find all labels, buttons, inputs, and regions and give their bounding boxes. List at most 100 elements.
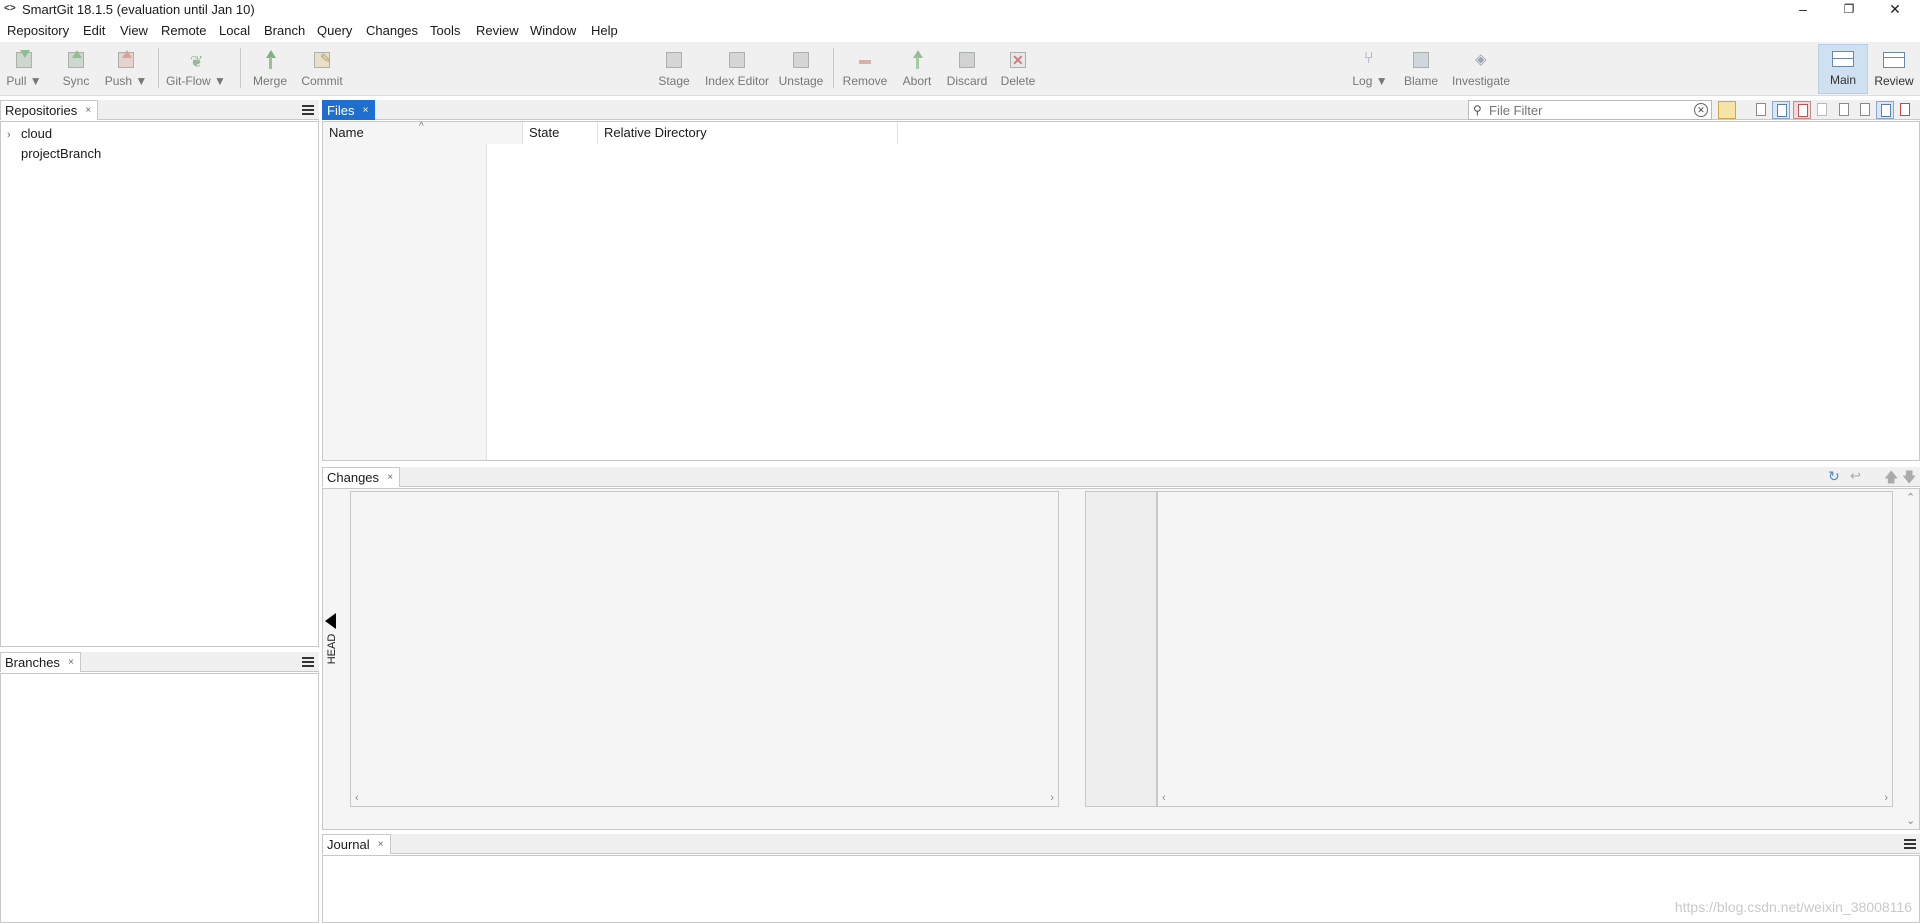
refresh-icon[interactable]: ↻ [1828, 468, 1840, 485]
menu-repository[interactable]: Repository [7, 23, 69, 38]
main-toolbar: Pull ▼ Sync Push ▼ ❦ Git-Flow ▼ Merge ✎ … [0, 42, 1920, 96]
toolbar-separator [833, 48, 834, 88]
tab-changes[interactable]: Changes × [322, 467, 401, 487]
diff-right-pane[interactable]: ‹ › [1157, 491, 1893, 807]
head-marker: HEAD [324, 613, 338, 669]
close-tab-icon[interactable]: × [85, 101, 91, 120]
main-layout-icon [1831, 49, 1855, 69]
merge-icon [258, 50, 282, 70]
file-filter-field[interactable]: ⚲ ✕ [1468, 100, 1712, 120]
menu-remote[interactable]: Remote [161, 23, 207, 38]
sort-ascending-icon: ^ [419, 121, 424, 132]
show-unchanged-icon[interactable] [1752, 101, 1770, 119]
index-editor-button[interactable]: Index Editor [700, 46, 774, 92]
folder-toggle-icon[interactable] [1718, 101, 1736, 119]
close-tab-icon[interactable]: × [68, 653, 74, 672]
delete-icon: ✕ [1006, 50, 1030, 70]
blame-icon [1409, 50, 1433, 70]
review-perspective-button[interactable]: Review [1870, 46, 1918, 92]
column-header-relative-directory[interactable]: Relative Directory [598, 122, 898, 144]
abort-button[interactable]: Abort [897, 46, 937, 92]
close-tab-icon[interactable]: × [378, 835, 384, 854]
column-header-state[interactable]: State [523, 122, 598, 144]
log-button[interactable]: ⑂ Log ▼ [1348, 46, 1392, 92]
changes-tabbar: Changes × ↻ ↩ 🡅 🡇 [322, 467, 1920, 487]
restore-button[interactable]: ❐ [1826, 0, 1872, 20]
abort-icon [905, 50, 929, 70]
tab-repositories[interactable]: Repositories × [0, 100, 99, 120]
menu-tools[interactable]: Tools [430, 23, 460, 38]
show-assumed-icon[interactable] [1856, 101, 1874, 119]
close-tab-icon[interactable]: × [387, 468, 393, 487]
pull-button[interactable]: Pull ▼ [4, 46, 44, 92]
unstage-button[interactable]: Unstage [776, 46, 826, 92]
menu-view[interactable]: View [120, 23, 148, 38]
investigate-icon: ◈ [1475, 51, 1487, 68]
sync-icon [64, 50, 88, 70]
watermark: https://blog.csdn.net/weixin_38008116 [1674, 899, 1912, 915]
branches-tabbar: Branches × [0, 652, 319, 672]
repository-item-cloud[interactable]: › cloud [7, 126, 52, 141]
menu-branch[interactable]: Branch [264, 23, 305, 38]
menu-local[interactable]: Local [219, 23, 250, 38]
stage-button[interactable]: Stage [654, 46, 694, 92]
commit-button[interactable]: ✎ Commit [298, 46, 346, 92]
tab-branches[interactable]: Branches × [0, 652, 81, 672]
branches-menu-icon[interactable] [302, 657, 314, 667]
gitflow-button[interactable]: ❦ Git-Flow ▼ [166, 46, 226, 92]
main-perspective-button[interactable]: Main [1818, 44, 1868, 94]
show-untracked-icon[interactable] [1813, 101, 1831, 119]
show-modified-icon[interactable] [1772, 101, 1790, 119]
investigate-button[interactable]: ◈ Investigate [1448, 46, 1514, 92]
push-icon [114, 50, 138, 70]
toolbar-separator [158, 48, 159, 88]
diff-left-pane[interactable]: ‹ › [350, 491, 1059, 807]
expand-caret-icon[interactable]: › [7, 129, 21, 141]
delete-button[interactable]: ✕ Delete [996, 46, 1040, 92]
sync-button[interactable]: Sync [56, 46, 96, 92]
clear-filter-icon[interactable]: ✕ [1694, 103, 1708, 117]
file-filter-input[interactable] [1489, 102, 1685, 118]
head-arrow-icon [325, 613, 336, 629]
menu-edit[interactable]: Edit [83, 23, 105, 38]
smartgit-app-icon: <> [4, 3, 16, 14]
remove-icon [853, 50, 877, 70]
minimize-button[interactable]: – [1780, 0, 1826, 20]
column-header-name[interactable]: Name ^ [323, 121, 523, 144]
scroll-left-icon[interactable]: ‹ [1162, 792, 1166, 804]
name-column-background [323, 144, 487, 460]
show-removed-icon[interactable] [1896, 101, 1914, 119]
repository-item-projectbranch[interactable]: projectBranch [7, 146, 101, 161]
menu-review[interactable]: Review [476, 23, 519, 38]
close-window-button[interactable]: ✕ [1872, 0, 1918, 20]
menu-help[interactable]: Help [591, 23, 618, 38]
title-bar: <> SmartGit 18.1.5 (evaluation until Jan… [0, 0, 1920, 20]
repositories-menu-icon[interactable] [302, 105, 314, 115]
tab-files[interactable]: Files × [322, 100, 376, 120]
remove-button[interactable]: Remove [842, 46, 888, 92]
filter-search-icon: ⚲ [1473, 103, 1482, 117]
scroll-right-icon[interactable]: › [1050, 792, 1054, 804]
show-ignored-icon[interactable] [1835, 101, 1853, 119]
branches-tree [0, 673, 319, 923]
scroll-down-icon[interactable]: ⌄ [1906, 814, 1915, 827]
blame-button[interactable]: Blame [1400, 46, 1442, 92]
scroll-left-icon[interactable]: ‹ [355, 792, 359, 804]
show-staged-icon[interactable] [1876, 101, 1894, 119]
scroll-right-icon[interactable]: › [1884, 792, 1888, 804]
close-tab-icon[interactable]: × [363, 101, 369, 120]
diff-gutter [1085, 491, 1157, 807]
tab-journal[interactable]: Journal × [322, 834, 391, 854]
undo-icon[interactable]: ↩ [1850, 468, 1861, 484]
merge-button[interactable]: Merge [248, 46, 292, 92]
push-button[interactable]: Push ▼ [104, 46, 148, 92]
show-conflicted-icon[interactable] [1793, 101, 1811, 119]
journal-menu-icon[interactable] [1904, 839, 1916, 849]
pull-icon [12, 50, 36, 70]
scroll-up-icon[interactable]: ⌃ [1906, 491, 1915, 504]
menu-window[interactable]: Window [530, 23, 576, 38]
menu-query[interactable]: Query [317, 23, 352, 38]
log-icon: ⑂ [1364, 50, 1374, 67]
menu-changes[interactable]: Changes [366, 23, 418, 38]
discard-button[interactable]: Discard [944, 46, 990, 92]
